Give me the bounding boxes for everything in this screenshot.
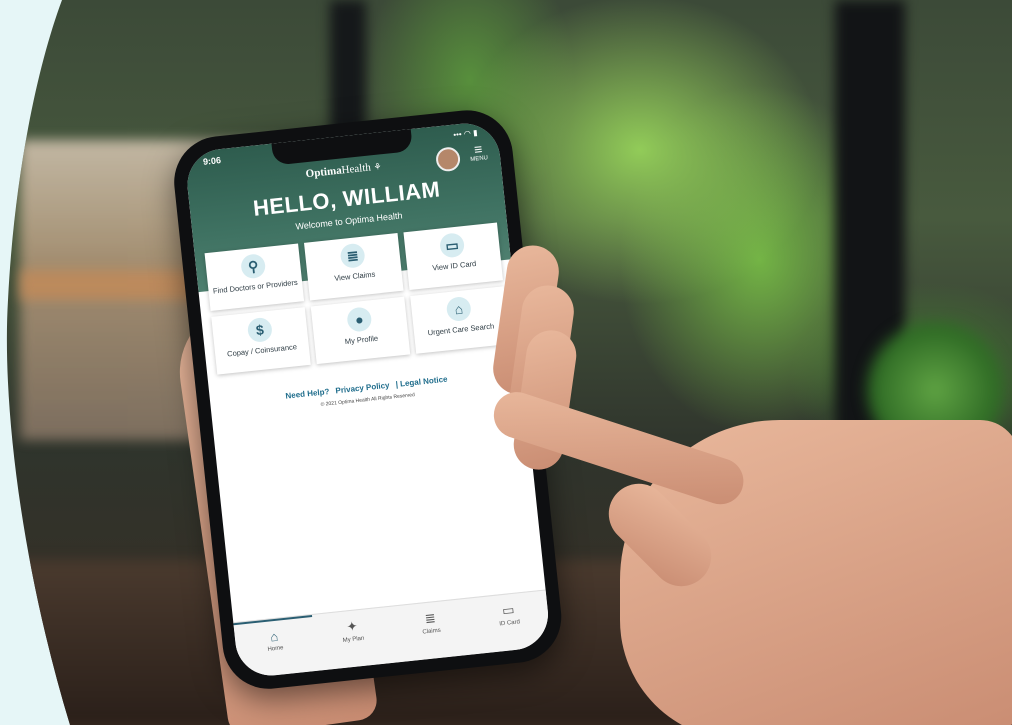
id-card-icon: ▭ — [439, 232, 465, 258]
tile-view-claims[interactable]: ≣ View Claims — [304, 233, 404, 301]
legal-notice-link[interactable]: | Legal Notice — [395, 375, 448, 389]
tile-label: My Profile — [344, 333, 379, 347]
clinic-icon: ⌂ — [446, 296, 472, 322]
tile-label: View ID Card — [431, 258, 477, 273]
tab-my-plan[interactable]: ✦ My Plan — [311, 607, 395, 671]
tile-label: Urgent Care Search — [427, 321, 495, 338]
dollar-icon: $ — [247, 317, 273, 343]
menu-button[interactable]: ≡ MENU — [465, 141, 493, 164]
tab-claims[interactable]: ≣ Claims — [390, 599, 474, 663]
tab-id-card[interactable]: ▭ ID Card — [468, 590, 552, 654]
tile-label: View Claims — [333, 269, 376, 283]
leaf-icon: ⚘ — [372, 161, 383, 173]
tile-label: Copay / Coinsurance — [226, 342, 298, 359]
photo-scene: 9:06 ••• ◠ ▮ OptimaHealth ⚘ ≡ MENU HELLO… — [0, 0, 1012, 725]
privacy-policy-link[interactable]: Privacy Policy — [335, 381, 390, 396]
tile-view-id-card[interactable]: ▭ View ID Card — [403, 223, 503, 291]
need-help-link[interactable]: Need Help? — [285, 387, 330, 401]
status-time: 9:06 — [202, 155, 222, 167]
tile-my-profile[interactable]: ● My Profile — [311, 297, 411, 365]
document-icon: ≣ — [339, 243, 365, 269]
search-icon: ⚲ — [240, 253, 266, 279]
person-icon: ● — [346, 306, 372, 332]
tile-label: Find Doctors or Providers — [212, 277, 299, 296]
tile-urgent-care[interactable]: ⌂ Urgent Care Search — [410, 286, 510, 354]
tile-copay[interactable]: $ Copay / Coinsurance — [211, 307, 311, 375]
tab-home[interactable]: ⌂ Home — [233, 615, 317, 679]
tile-find-doctors[interactable]: ⚲ Find Doctors or Providers — [205, 243, 305, 311]
app-screen: 9:06 ••• ◠ ▮ OptimaHealth ⚘ ≡ MENU HELLO… — [184, 120, 552, 679]
